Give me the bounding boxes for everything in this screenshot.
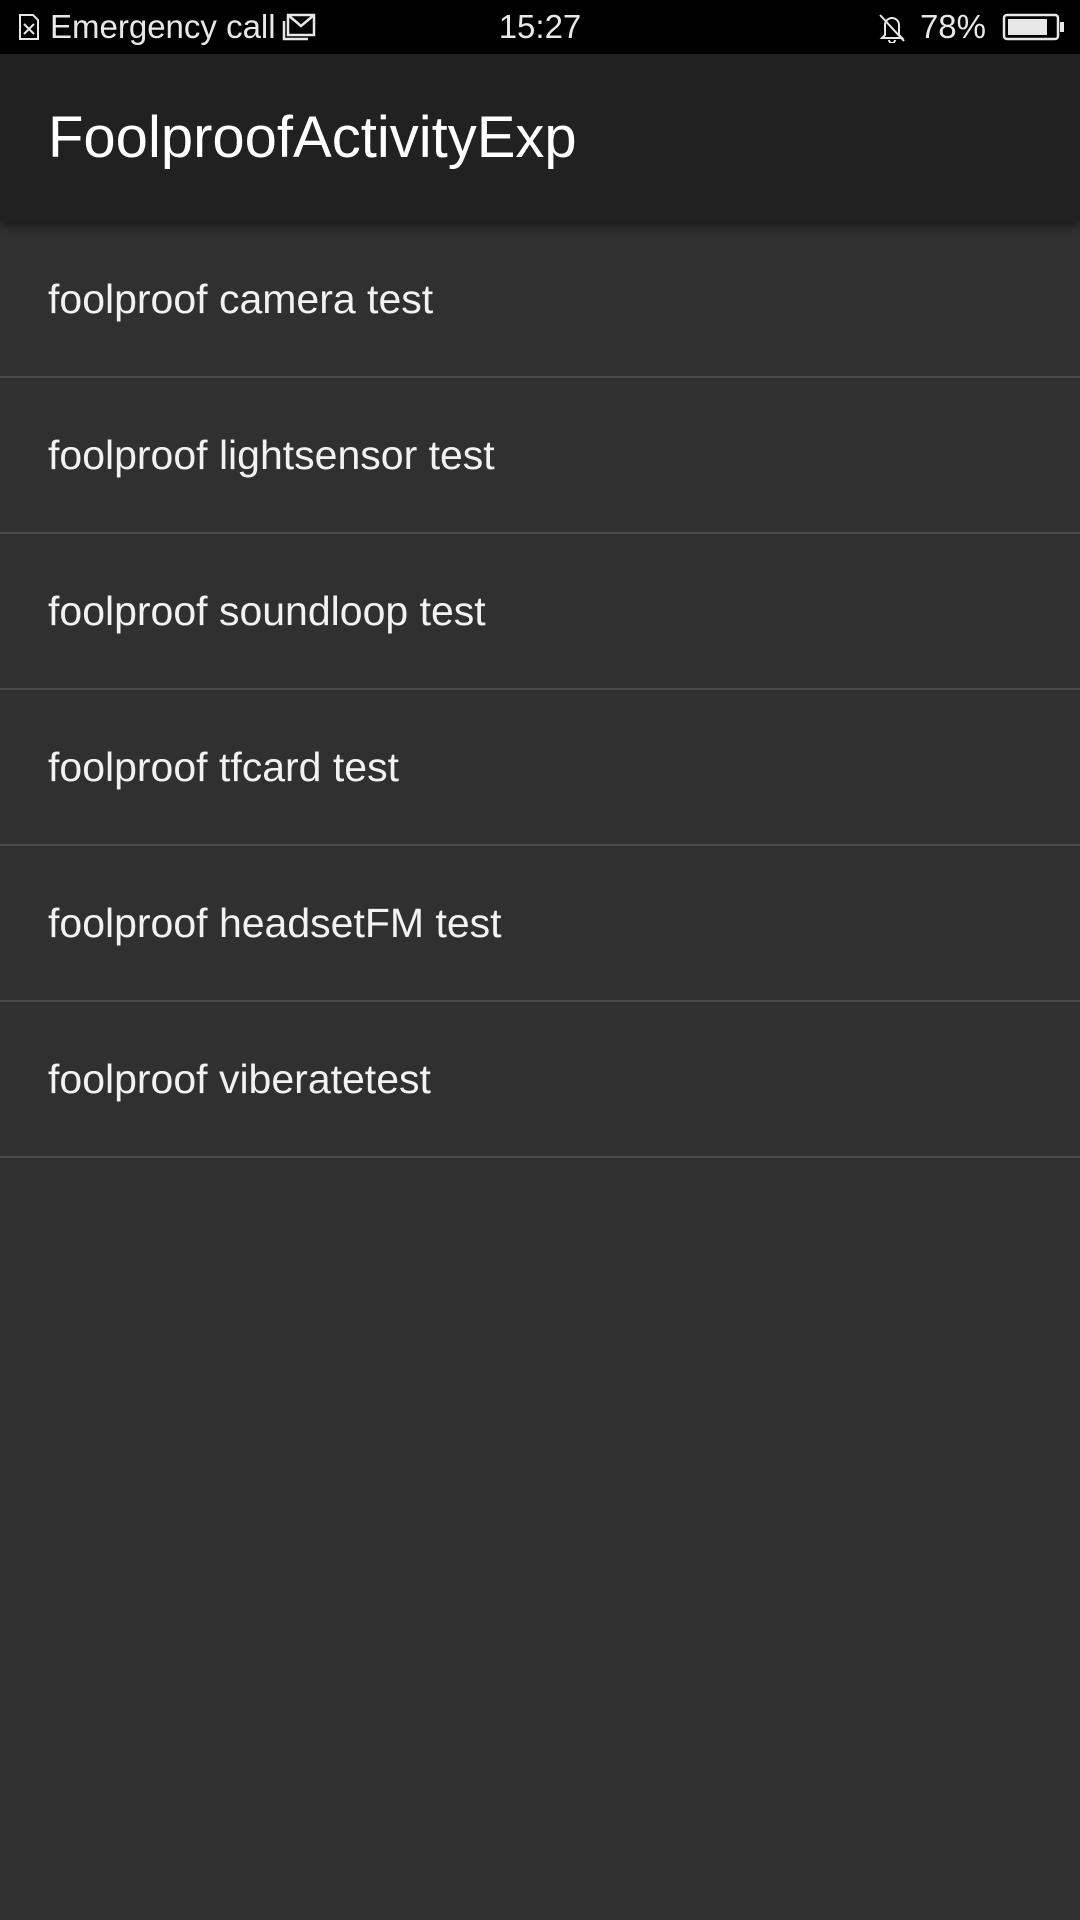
- list-item-label: foolproof tfcard test: [48, 743, 399, 790]
- test-list: foolproof camera test foolproof lightsen…: [0, 222, 1080, 1158]
- list-item-tfcard-test[interactable]: foolproof tfcard test: [0, 690, 1080, 846]
- list-item-label: foolproof viberatetest: [48, 1055, 431, 1102]
- list-item-label: foolproof soundloop test: [48, 587, 486, 634]
- list-item-headsetfm-test[interactable]: foolproof headsetFM test: [0, 846, 1080, 1002]
- list-item-vibrate-test[interactable]: foolproof viberatetest: [0, 1002, 1080, 1158]
- status-bar: Emergency call 15:27 78%: [0, 0, 1080, 54]
- battery-icon: [1002, 12, 1064, 42]
- bell-off-icon: [876, 11, 908, 43]
- battery-percent: 78%: [919, 8, 986, 45]
- app-bar: FoolproofActivityExp: [0, 54, 1080, 222]
- list-item-camera-test[interactable]: foolproof camera test: [0, 222, 1080, 378]
- status-right: 78%: [876, 0, 1064, 54]
- list-item-soundloop-test[interactable]: foolproof soundloop test: [0, 534, 1080, 690]
- list-item-label: foolproof headsetFM test: [48, 899, 502, 946]
- page-title: FoolproofActivityExp: [48, 105, 577, 170]
- list-item-label: foolproof camera test: [48, 275, 434, 322]
- list-item-lightsensor-test[interactable]: foolproof lightsensor test: [0, 378, 1080, 534]
- list-item-label: foolproof lightsensor test: [48, 431, 495, 478]
